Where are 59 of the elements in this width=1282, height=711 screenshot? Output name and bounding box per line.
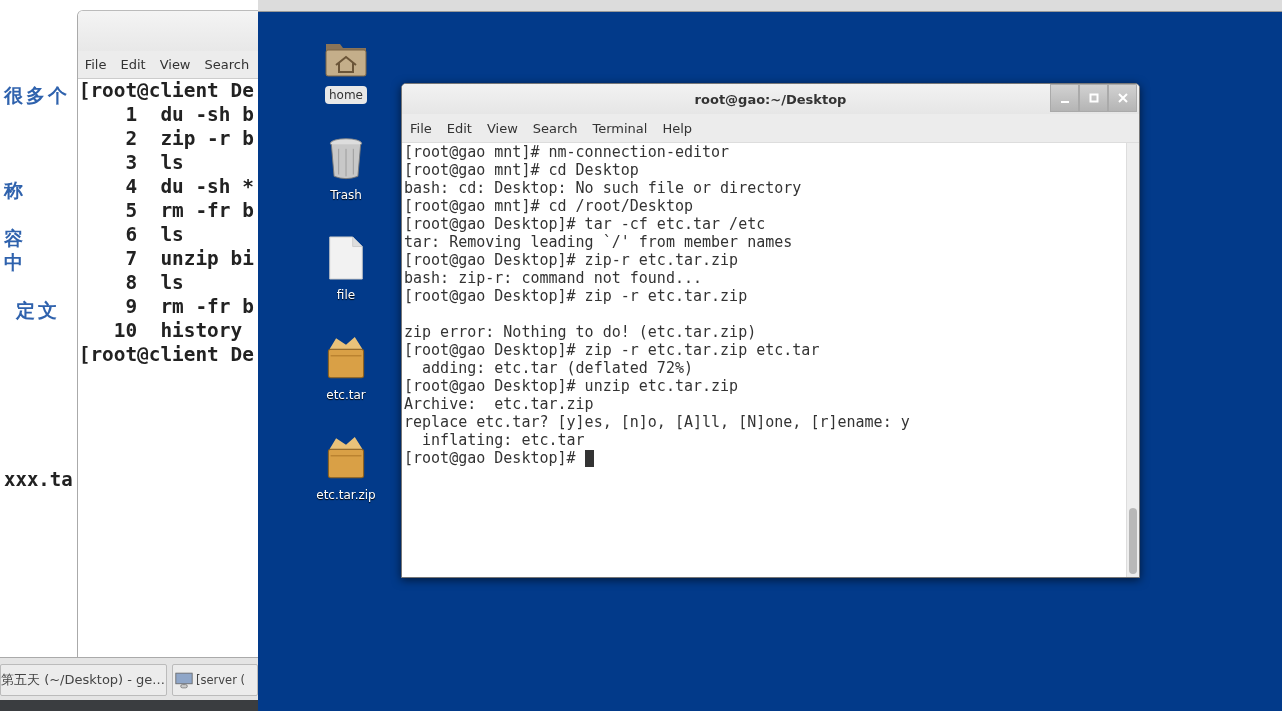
menu-item[interactable]: Search (204, 57, 250, 72)
document-text: xxx.ta (4, 467, 73, 491)
terminal-line: [root@gao Desktop]# zip -r etc.tar.zip (404, 287, 748, 305)
terminal-line: 2 zip -r b (124, 127, 255, 151)
terminal-line: bash: zip-r: command not found... (404, 269, 702, 287)
terminal-line: [root@gao mnt]# cd Desktop (404, 161, 639, 179)
terminal-line: [root@gao mnt]# nm-connection-editor (404, 143, 730, 161)
desktop-icon-label[interactable]: home (325, 86, 367, 104)
close-icon (1117, 93, 1128, 103)
terminal-line: [root@client De (78, 343, 255, 367)
minimize-icon (1060, 101, 1069, 103)
terminal-line: [root@gao Desktop]# unzip etc.tar.zip (404, 377, 739, 395)
menu-item[interactable]: Edit (446, 120, 472, 136)
terminal-line: 10 history (112, 319, 244, 343)
maximize-icon (1088, 93, 1099, 103)
document-text: 容 (4, 226, 26, 250)
terminal-line: 1 du -sh b (124, 103, 255, 127)
desktop-icon-label[interactable]: file (332, 286, 360, 304)
terminal-line: Archive: etc.tar.zip (404, 395, 594, 413)
menu-item[interactable]: Search (532, 120, 578, 136)
window-title: root@gao:~/Desktop (694, 91, 847, 107)
terminal-line: 6 ls (124, 223, 185, 247)
terminal-line: tar: Removing leading `/' from member names (404, 233, 793, 251)
terminal-line: 5 rm -fr b (124, 199, 255, 223)
document-text: 定文 (16, 298, 60, 322)
desktop-icon-label[interactable]: etc.tar (322, 386, 370, 404)
menu-item[interactable]: Terminal (592, 120, 648, 136)
terminal-line: 4 du -sh * (124, 175, 255, 199)
terminal-line: [root@gao Desktop]# zip-r etc.tar.zip (404, 251, 739, 269)
menu-item[interactable]: File (410, 120, 432, 136)
terminal-line: 3 ls (124, 151, 185, 175)
terminal-line: 8 ls (124, 271, 185, 295)
terminal-line: bash: cd: Desktop: No such file or directory (404, 179, 802, 197)
terminal-line: [root@gao Desktop]# (404, 449, 577, 467)
terminal-line: [root@gao mnt]# cd /root/Desktop (404, 197, 693, 215)
terminal-line: zip error: Nothing to do! (etc.tar.zip) (404, 323, 757, 341)
menu-item[interactable]: File (84, 57, 107, 72)
scrollbar-thumb[interactable] (1129, 508, 1137, 574)
terminal-line: [root@gao Desktop]# tar -cf etc.tar /etc (404, 215, 766, 233)
document-text: 中 (4, 250, 26, 274)
terminal-line: inflating: etc.tar (421, 431, 585, 449)
terminal-line: adding: etc.tar (deflated 72%) (421, 359, 693, 377)
taskbar-button[interactable]: [server ( (172, 664, 258, 696)
scrollbar[interactable] (1126, 143, 1139, 577)
document-text: 称 (4, 178, 26, 202)
terminal-line: [root@gao Desktop]# zip -r etc.tar.zip etc.tar (404, 341, 820, 359)
terminal-line: replace etc.tar? [y]es, [n]o, [A]ll, [N]one, [r]ename: y (404, 413, 910, 431)
desktop-icon-label[interactable]: Trash (326, 186, 366, 204)
desktop-icon-label[interactable]: etc.tar.zip (312, 486, 380, 504)
terminal-line: 9 rm -fr b (124, 295, 255, 319)
document-text: 很多个 (4, 83, 70, 107)
menu-item[interactable]: Help (662, 120, 693, 136)
taskbar-button[interactable]: 第五天 (~/Desktop) - ge... (0, 664, 167, 696)
terminal-line: [root@client De (78, 79, 255, 103)
monitor-icon (175, 671, 193, 689)
menu-item[interactable]: Edit (120, 57, 146, 72)
menu-item[interactable]: View (159, 57, 191, 72)
terminal-line: 7 unzip bi (124, 247, 255, 271)
menu-item[interactable]: View (486, 120, 518, 136)
